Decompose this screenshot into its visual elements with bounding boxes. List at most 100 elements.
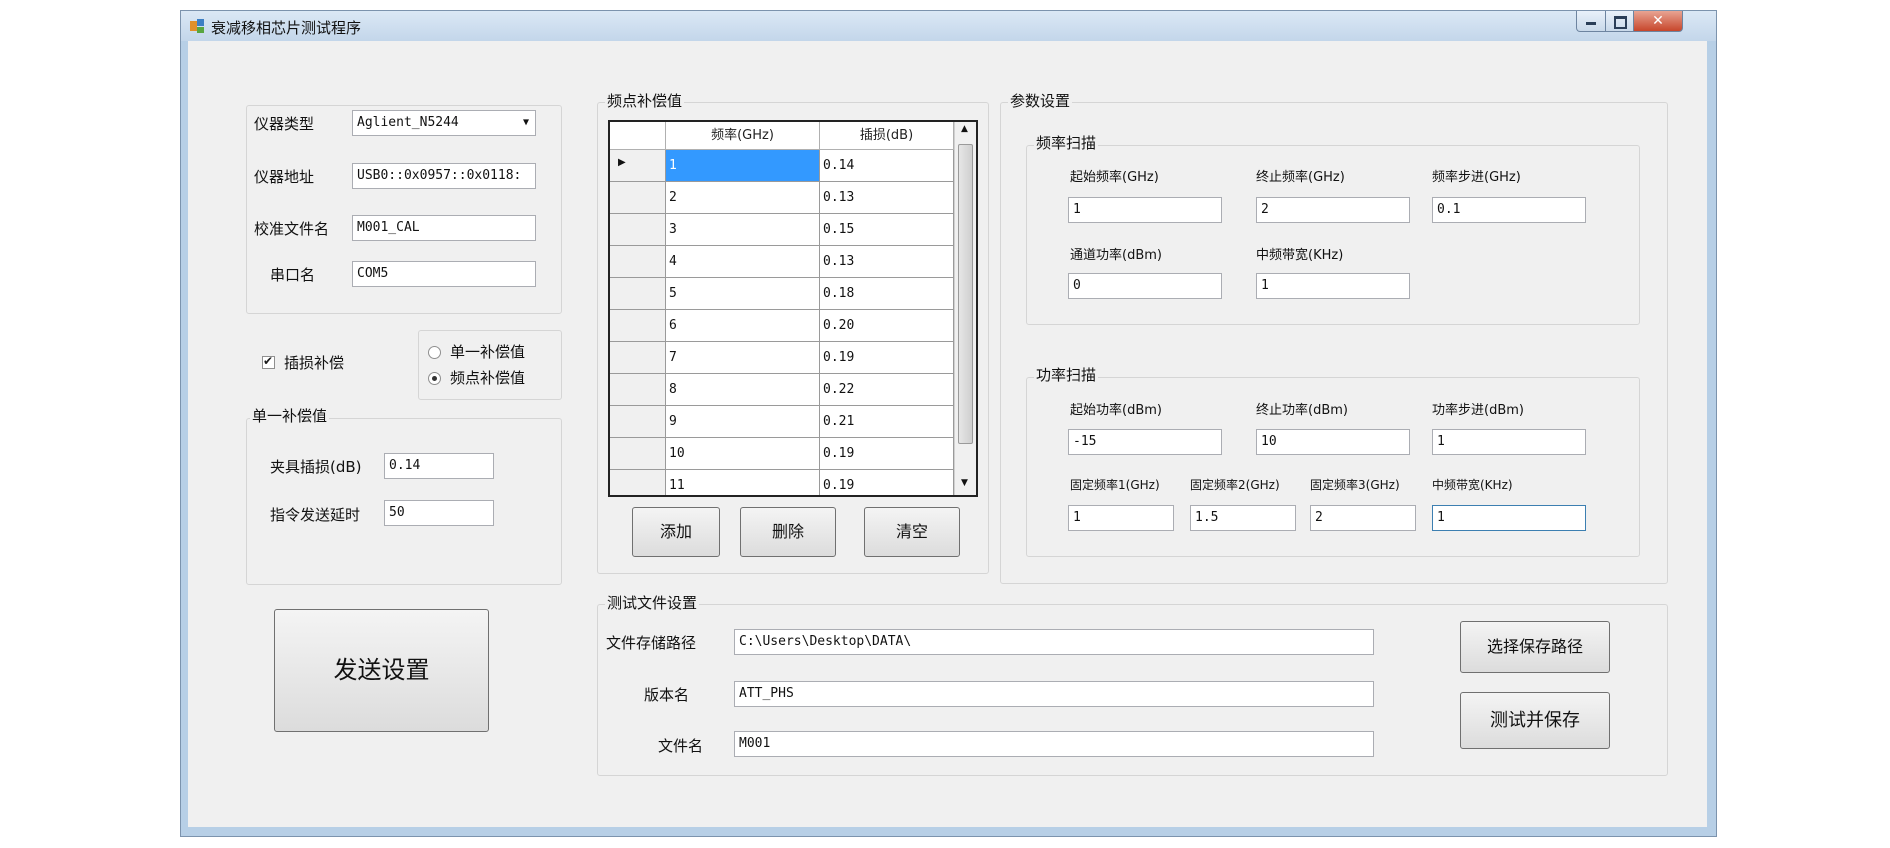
power-ifbw-label: 中频带宽(KHz) xyxy=(1432,478,1513,492)
cell-frequency[interactable]: 9 xyxy=(666,406,820,438)
version-input[interactable]: ATT_PHS xyxy=(734,681,1374,707)
fixture-loss-input[interactable]: 0.14 xyxy=(384,453,494,479)
vertical-scrollbar[interactable]: ▲ ▼ xyxy=(954,122,976,495)
cell-loss[interactable]: 0.19 xyxy=(820,342,954,374)
version-label: 版本名 xyxy=(644,686,690,704)
close-button[interactable]: ✕ xyxy=(1633,11,1683,32)
cell-frequency[interactable]: 7 xyxy=(666,342,820,374)
cell-loss[interactable]: 0.15 xyxy=(820,214,954,246)
save-path-input[interactable]: C:\Users\Desktop\DATA\ xyxy=(734,629,1374,655)
minimize-button[interactable] xyxy=(1576,11,1606,32)
title-bar: 衰减移相芯片测试程序 ✕ xyxy=(181,11,1716,41)
instrument-type-select[interactable]: Aglient_N5244 ▼ xyxy=(352,110,536,136)
cell-frequency[interactable]: 10 xyxy=(666,438,820,470)
delete-button[interactable]: 删除 xyxy=(740,507,836,557)
cell-loss[interactable]: 0.13 xyxy=(820,246,954,278)
row-header[interactable] xyxy=(610,182,666,214)
serial-port-input[interactable]: COM5 xyxy=(352,261,536,287)
cell-frequency[interactable]: 11 xyxy=(666,470,820,495)
power-step-input[interactable]: 1 xyxy=(1432,429,1586,455)
row-header[interactable] xyxy=(610,406,666,438)
single-comp-radio[interactable] xyxy=(428,346,441,359)
freq-sweep-title: 频率扫描 xyxy=(1034,132,1099,153)
add-label: 添加 xyxy=(659,522,692,541)
channel-power-input[interactable]: 0 xyxy=(1068,273,1222,299)
choose-path-button[interactable]: 选择保存路径 xyxy=(1460,621,1610,673)
fixed-freq3-input[interactable]: 2 xyxy=(1310,505,1416,531)
cell-frequency[interactable]: 6 xyxy=(666,310,820,342)
freq-comp-table[interactable]: 频率(GHz) 插损(dB) ▶ 1 0.14 2 0.13 3 0.15 4 0.13 5 0.1… xyxy=(608,120,978,497)
cell-frequency[interactable]: 3 xyxy=(666,214,820,246)
calfile-input[interactable]: M001_CAL xyxy=(352,215,536,241)
cell-frequency[interactable]: 2 xyxy=(666,182,820,214)
test-and-save-button[interactable]: 测试并保存 xyxy=(1460,692,1610,749)
power-ifbw-input[interactable]: 1 xyxy=(1432,505,1586,531)
chevron-down-icon: ▼ xyxy=(522,117,529,128)
cell-loss[interactable]: 0.21 xyxy=(820,406,954,438)
insertion-loss-label: 插损补偿 xyxy=(284,354,345,372)
cell-loss[interactable]: 0.13 xyxy=(820,182,954,214)
row-header[interactable] xyxy=(610,246,666,278)
freq-start-input[interactable]: 1 xyxy=(1068,197,1222,223)
choose-path-label: 选择保存路径 xyxy=(1486,637,1583,656)
fixed-freq3-label: 固定频率3(GHz) xyxy=(1310,478,1400,492)
row-header[interactable] xyxy=(610,342,666,374)
minimize-icon xyxy=(1586,22,1596,25)
insertion-loss-checkbox[interactable]: ✔ xyxy=(262,354,275,369)
cell-loss[interactable]: 0.20 xyxy=(820,310,954,342)
radio-dot-icon xyxy=(432,376,437,381)
test-and-save-label: 测试并保存 xyxy=(1490,710,1580,731)
cell-loss[interactable]: 0.19 xyxy=(820,438,954,470)
scrollbar-thumb[interactable] xyxy=(958,144,973,444)
cell-frequency[interactable]: 4 xyxy=(666,246,820,278)
maximize-button[interactable] xyxy=(1605,11,1634,32)
cell-loss[interactable]: 0.18 xyxy=(820,278,954,310)
row-header[interactable] xyxy=(610,438,666,470)
row-header[interactable]: ▶ xyxy=(610,150,666,182)
cell-loss[interactable]: 0.14 xyxy=(820,150,954,182)
clear-button[interactable]: 清空 xyxy=(864,507,960,557)
close-icon: ✕ xyxy=(1652,13,1664,29)
freq-comp-radio[interactable] xyxy=(428,372,441,385)
freq-step-label: 频率步进(GHz) xyxy=(1432,170,1521,185)
scroll-up-icon[interactable]: ▲ xyxy=(961,124,968,134)
cell-frequency[interactable]: 8 xyxy=(666,374,820,406)
fixed-freq1-input[interactable]: 1 xyxy=(1068,505,1174,531)
power-step-label: 功率步进(dBm) xyxy=(1432,403,1524,418)
cmd-delay-input[interactable]: 50 xyxy=(384,500,494,526)
fixed-freq2-input[interactable]: 1.5 xyxy=(1190,505,1296,531)
filename-input[interactable]: M001 xyxy=(734,731,1374,757)
filename-label: 文件名 xyxy=(658,737,704,755)
cmd-delay-label: 指令发送延时 xyxy=(270,506,361,524)
test-file-group-title: 测试文件设置 xyxy=(605,592,700,613)
cell-loss[interactable]: 0.22 xyxy=(820,374,954,406)
delete-label: 删除 xyxy=(771,522,804,541)
checkmark-icon: ✔ xyxy=(263,354,274,368)
cell-frequency[interactable]: 1 xyxy=(666,150,820,182)
channel-power-label: 通道功率(dBm) xyxy=(1070,248,1162,263)
calfile-label: 校准文件名 xyxy=(254,220,330,238)
send-settings-button[interactable]: 发送设置 xyxy=(274,609,489,732)
maximize-icon xyxy=(1614,16,1627,29)
row-header[interactable] xyxy=(610,214,666,246)
add-button[interactable]: 添加 xyxy=(632,507,720,557)
column-header-frequency[interactable]: 频率(GHz) xyxy=(666,122,820,150)
scroll-down-icon[interactable]: ▼ xyxy=(961,478,968,488)
cell-frequency[interactable]: 5 xyxy=(666,278,820,310)
instrument-address-input[interactable]: USB0::0x0957::0x0118: xyxy=(352,163,536,189)
column-header-loss[interactable]: 插损(dB) xyxy=(820,122,954,150)
freq-ifbw-input[interactable]: 1 xyxy=(1256,273,1410,299)
freq-stop-input[interactable]: 2 xyxy=(1256,197,1410,223)
row-header[interactable] xyxy=(610,470,666,495)
power-start-input[interactable]: -15 xyxy=(1068,429,1222,455)
cell-loss[interactable]: 0.19 xyxy=(820,470,954,495)
power-stop-input[interactable]: 10 xyxy=(1256,429,1410,455)
row-header[interactable] xyxy=(610,374,666,406)
freq-comp-radio-label: 频点补偿值 xyxy=(450,369,526,387)
save-path-label: 文件存储路径 xyxy=(606,634,697,652)
serial-port-label: 串口名 xyxy=(270,266,316,284)
row-header[interactable] xyxy=(610,278,666,310)
power-start-label: 起始功率(dBm) xyxy=(1070,403,1162,418)
row-header[interactable] xyxy=(610,310,666,342)
freq-step-input[interactable]: 0.1 xyxy=(1432,197,1586,223)
